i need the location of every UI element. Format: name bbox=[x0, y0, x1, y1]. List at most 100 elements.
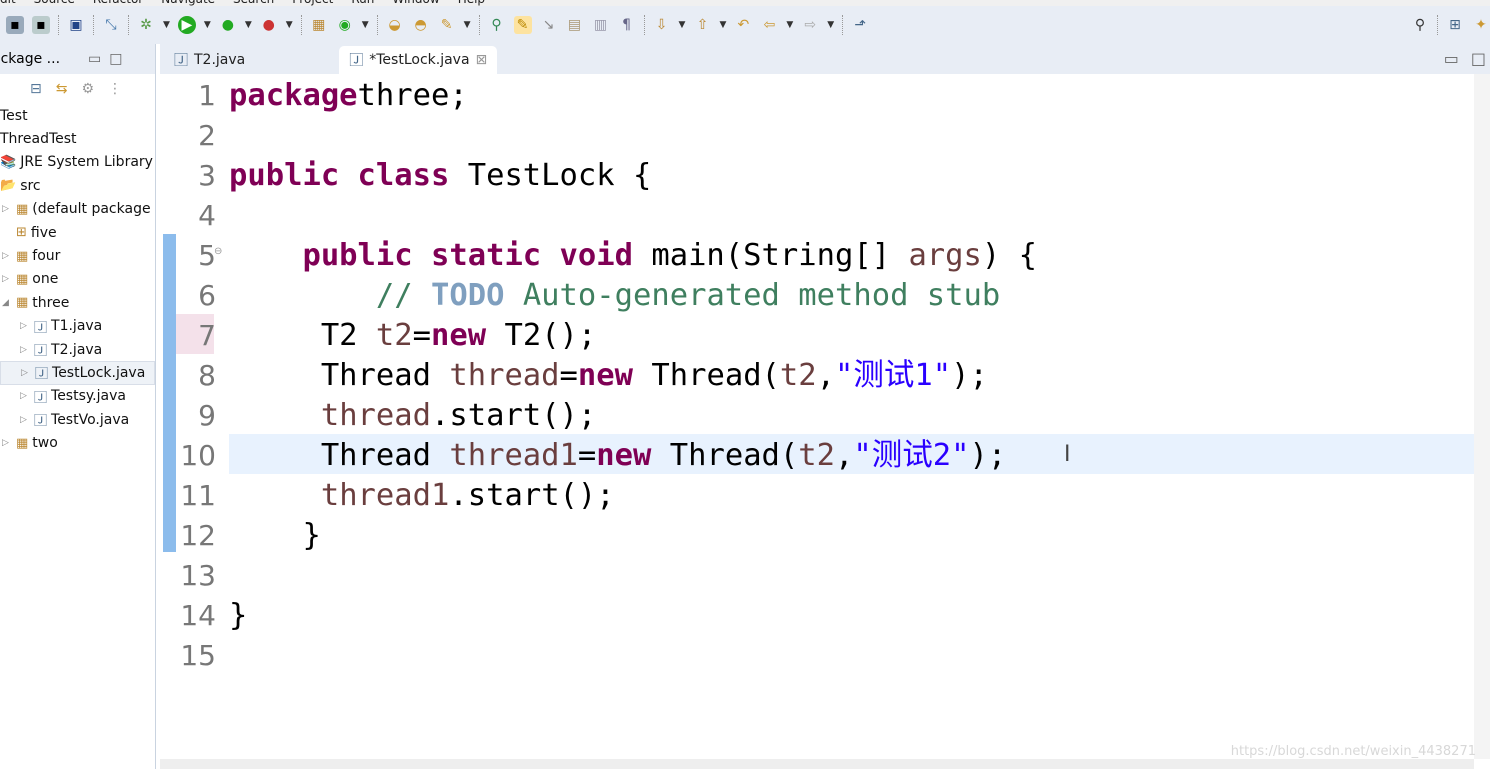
chevron-down-icon[interactable]: ▼ bbox=[827, 20, 834, 30]
chevron-down-icon[interactable]: ▼ bbox=[679, 20, 686, 30]
collapse-all-icon[interactable]: ⊟ bbox=[30, 81, 42, 97]
horizontal-scrollbar[interactable] bbox=[160, 759, 1474, 769]
package-explorer-title[interactable]: ackage ... bbox=[0, 51, 60, 67]
close-icon[interactable]: ⊠ bbox=[476, 52, 488, 68]
new-class-icon[interactable]: ◉ bbox=[336, 16, 354, 34]
open-console-icon[interactable]: ⬏ bbox=[851, 16, 869, 34]
minimize-icon[interactable]: ▭ bbox=[88, 51, 101, 67]
filter-icon[interactable]: ⚙ bbox=[81, 81, 94, 97]
chevron-down-icon[interactable]: ▼ bbox=[286, 20, 293, 30]
tree-item[interactable]: Test bbox=[0, 104, 155, 127]
tree-item-label: (default package bbox=[32, 201, 151, 218]
code-token: public class bbox=[229, 158, 450, 193]
package-icon: ▦ bbox=[16, 271, 29, 287]
run-icon[interactable]: ▶ bbox=[177, 16, 196, 34]
tree-item[interactable]: ▷ ▦ (default package bbox=[0, 198, 155, 221]
previous-annotation-icon[interactable]: ⇧ bbox=[693, 16, 711, 34]
expand-arrow-icon[interactable]: ▷ bbox=[21, 368, 31, 378]
separator bbox=[93, 15, 94, 35]
chevron-down-icon[interactable]: ▼ bbox=[464, 20, 471, 30]
code-line: } bbox=[229, 516, 320, 556]
code-token: package bbox=[229, 78, 358, 113]
code-token: ); bbox=[969, 438, 1007, 473]
forward-icon[interactable]: ⇨ bbox=[801, 16, 819, 34]
chevron-down-icon[interactable]: ▼ bbox=[362, 20, 369, 30]
tree-item[interactable]: ▷ 🄹 TestVo.java bbox=[0, 408, 155, 431]
expand-arrow-icon[interactable]: ◢ bbox=[2, 298, 12, 308]
expand-arrow-icon[interactable]: ▷ bbox=[20, 345, 30, 355]
code-editor[interactable]: 1 packagethree; 2 3 public class TestLock {4… bbox=[160, 74, 1474, 759]
tree-item[interactable]: ▷ ▦ two bbox=[0, 431, 155, 454]
tree-item[interactable]: ⊞ five bbox=[0, 221, 155, 244]
fold-icon[interactable]: ⊖ bbox=[214, 246, 222, 257]
pin-icon[interactable]: ⚲ bbox=[488, 16, 506, 34]
external-tools-icon[interactable]: ● bbox=[260, 16, 278, 34]
minimize-icon[interactable]: ▭ bbox=[1444, 49, 1459, 68]
maximize-icon[interactable]: □ bbox=[1471, 49, 1486, 68]
open-perspective-icon[interactable]: ⊞ bbox=[1446, 16, 1464, 34]
view-menu-icon[interactable]: ⋮ bbox=[108, 81, 122, 97]
tree-item-label: TestVo.java bbox=[51, 411, 130, 428]
tree-item[interactable]: ▷ ▦ four bbox=[0, 244, 155, 267]
back-icon[interactable]: ⇦ bbox=[760, 16, 778, 34]
tree-item[interactable]: ThreadTest bbox=[0, 127, 155, 150]
change-ruler bbox=[163, 234, 176, 552]
last-edit-icon[interactable]: ↶ bbox=[734, 16, 752, 34]
next-annotation-icon[interactable]: ⇩ bbox=[653, 16, 671, 34]
tree-item[interactable]: ▷ 🄹 T2.java bbox=[0, 338, 155, 361]
expand-arrow-icon[interactable]: ▷ bbox=[20, 391, 30, 401]
search-icon[interactable]: ⚲ bbox=[1411, 16, 1429, 34]
expand-arrow-icon[interactable]: ▷ bbox=[2, 274, 12, 284]
link-editor-icon[interactable]: ⇆ bbox=[56, 81, 68, 97]
vertical-scrollbar[interactable] bbox=[1474, 74, 1490, 759]
expand-arrow-icon[interactable]: ▷ bbox=[20, 415, 30, 425]
java-perspective-icon[interactable]: ✦ bbox=[1472, 16, 1490, 34]
skip-breakpoints-icon[interactable]: ⤡ bbox=[102, 16, 120, 34]
show-whitespace-icon[interactable]: ▥ bbox=[592, 16, 610, 34]
tree-item-label: JRE System Library bbox=[20, 154, 153, 171]
chevron-down-icon[interactable]: ▼ bbox=[786, 20, 793, 30]
tab-t2-java[interactable]: 🄹 T2.java bbox=[164, 46, 255, 74]
paragraph-icon[interactable]: ¶ bbox=[618, 16, 636, 34]
tree-item[interactable]: ▷ 🄹 TestLock.java bbox=[0, 361, 155, 385]
block-selection-icon[interactable]: ↘ bbox=[540, 16, 558, 34]
tree-item[interactable]: 📂 src bbox=[0, 174, 155, 197]
java-file-icon: 🄹 bbox=[174, 53, 188, 69]
code-token: main(String[] bbox=[632, 238, 909, 273]
terminal-icon[interactable]: ▣ bbox=[67, 16, 85, 34]
java-file-icon: 🄹 bbox=[34, 414, 48, 430]
coverage-icon[interactable]: ● bbox=[219, 16, 237, 34]
code-token: ) { bbox=[981, 238, 1037, 273]
open-folder-icon[interactable]: ◓ bbox=[412, 16, 430, 34]
word-wrap-icon[interactable]: ▤ bbox=[566, 16, 584, 34]
open-type-icon[interactable]: ◒ bbox=[386, 16, 404, 34]
code-token: // bbox=[229, 278, 431, 313]
tree-item[interactable]: ▷ ▦ one bbox=[0, 268, 155, 291]
save-all-icon[interactable]: ▪ bbox=[32, 16, 50, 34]
code-line: Thread thread=new Thread(t2,"测试1"); bbox=[229, 356, 988, 396]
tree-item[interactable]: ◢ ▦ three bbox=[0, 291, 155, 314]
chevron-down-icon[interactable]: ▼ bbox=[245, 20, 252, 30]
debug-icon[interactable]: ✲ bbox=[137, 16, 155, 34]
chevron-down-icon[interactable]: ▼ bbox=[163, 20, 170, 30]
mark-occurrences-icon[interactable]: ✎ bbox=[513, 16, 532, 34]
save-icon[interactable]: ▪ bbox=[6, 16, 24, 34]
maximize-icon[interactable]: □ bbox=[109, 51, 122, 67]
tree-item[interactable]: 📚 JRE System Library bbox=[0, 151, 155, 174]
expand-arrow-icon[interactable]: ▷ bbox=[2, 204, 12, 214]
chevron-down-icon[interactable]: ▼ bbox=[204, 20, 211, 30]
tree-item[interactable]: ▷ 🄹 Testsy.java bbox=[0, 385, 155, 408]
expand-arrow-icon[interactable]: ▷ bbox=[2, 251, 12, 261]
chevron-down-icon[interactable]: ▼ bbox=[719, 20, 726, 30]
code-token: .start(); bbox=[431, 398, 597, 433]
code-token: t2 bbox=[375, 318, 413, 353]
tree-item[interactable]: ▷ 🄹 T1.java bbox=[0, 315, 155, 338]
package-explorer: ackage ... ▭ □ ⊟ ⇆ ⚙ ⋮ Test ThreadTest 📚JR… bbox=[0, 44, 156, 769]
pen-icon[interactable]: ✎ bbox=[438, 16, 456, 34]
expand-arrow-icon[interactable]: ▷ bbox=[20, 321, 30, 331]
package-icon: ▦ bbox=[16, 435, 29, 451]
new-package-icon[interactable]: ▦ bbox=[310, 16, 328, 34]
tab-testlock-java[interactable]: 🄹 *TestLock.java ⊠ bbox=[339, 46, 498, 74]
expand-arrow-icon[interactable]: ▷ bbox=[2, 438, 12, 448]
